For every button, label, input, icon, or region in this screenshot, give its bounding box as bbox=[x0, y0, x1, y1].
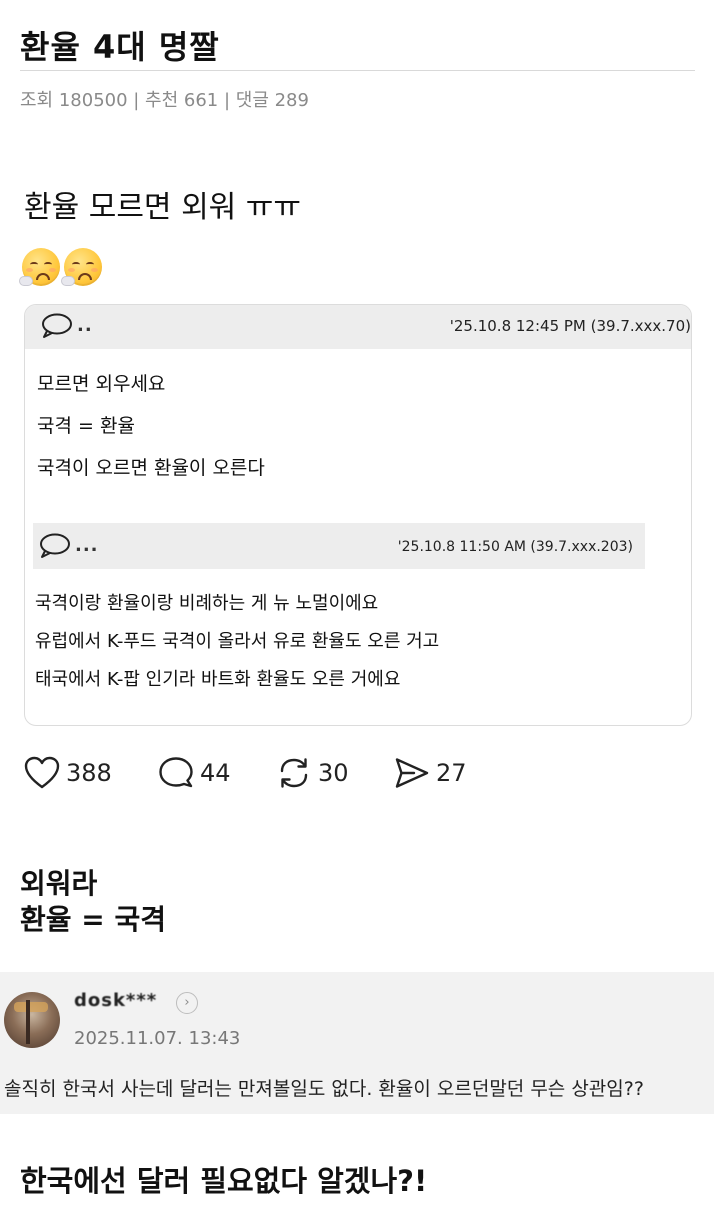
final-caption: 한국에선 달러 필요없다 알겠나?! bbox=[20, 1164, 428, 1198]
user-comment: dosk*** › 2025.11.07. 13:43 솔직히 한국서 사는데 … bbox=[0, 972, 714, 1114]
repost-button[interactable]: 30 bbox=[276, 756, 349, 790]
speech-bubble-icon bbox=[40, 533, 70, 558]
comment-icon bbox=[159, 757, 193, 788]
comment-line: 국격 = 환율 bbox=[37, 415, 135, 437]
comment-nickname[interactable]: dosk*** bbox=[74, 990, 157, 1011]
action-bar: 388 44 30 27 bbox=[24, 756, 504, 796]
repost-count: 30 bbox=[318, 759, 349, 787]
comment-author-dots: .. bbox=[77, 315, 93, 336]
comment-line: 모르면 외우세요 bbox=[37, 373, 166, 395]
share-count: 27 bbox=[436, 759, 467, 787]
like-button[interactable]: 388 bbox=[24, 756, 112, 790]
reply-timestamp: '25.10.8 11:50 AM (39.7.xxx.203) bbox=[397, 539, 633, 555]
comment-button[interactable]: 44 bbox=[158, 756, 231, 790]
avatar[interactable] bbox=[4, 992, 60, 1048]
like-count: 388 bbox=[66, 759, 112, 787]
weary-face-emoji-icon bbox=[19, 248, 60, 286]
caption-line: 외워라 bbox=[20, 867, 98, 900]
post-meta: 조회 180500 | 추천 661 | 댓글 289 bbox=[20, 90, 309, 111]
chevron-right-icon[interactable]: › bbox=[176, 992, 198, 1014]
speech-bubble-icon bbox=[42, 313, 72, 338]
weary-face-emoji-icon bbox=[61, 248, 102, 286]
reply-line: 태국에서 K-팝 인기라 바트화 환율도 오른 거에요 bbox=[35, 669, 401, 690]
quoted-comment-card: .. '25.10.8 12:45 PM (39.7.xxx.70) 모르면 외… bbox=[24, 304, 692, 726]
comment-text: 솔직히 한국서 사는데 달러는 만져볼일도 없다. 환율이 오르던말던 무슨 상… bbox=[4, 1078, 644, 1100]
share-button[interactable]: 27 bbox=[394, 756, 467, 790]
emoji-row bbox=[19, 248, 102, 286]
comment-header: .. '25.10.8 12:45 PM (39.7.xxx.70) bbox=[25, 305, 691, 349]
caption-line: 환율 = 국격 bbox=[20, 903, 166, 936]
comment-date: 2025.11.07. 13:43 bbox=[74, 1028, 241, 1049]
send-icon bbox=[395, 758, 429, 788]
reply-line: 유럽에서 K-푸드 국격이 올라서 유로 환율도 오른 거고 bbox=[35, 631, 440, 652]
comment-line: 국격이 오르면 환율이 오른다 bbox=[37, 457, 265, 479]
reply-line: 국격이랑 환율이랑 비례하는 게 뉴 노멀이에요 bbox=[35, 593, 379, 614]
heart-icon bbox=[24, 756, 60, 789]
reply-header: ... '25.10.8 11:50 AM (39.7.xxx.203) bbox=[33, 523, 645, 569]
comment-timestamp: '25.10.8 12:45 PM (39.7.xxx.70) bbox=[449, 317, 691, 335]
title-divider bbox=[20, 70, 695, 71]
reply-author-dots: ... bbox=[75, 535, 99, 556]
repost-icon bbox=[280, 758, 308, 788]
post-title: 환율 4대 명짤 bbox=[20, 28, 220, 66]
comment-count: 44 bbox=[200, 759, 231, 787]
tweet-text: 환율 모르면 외워 ㅠㅠ bbox=[24, 190, 302, 225]
